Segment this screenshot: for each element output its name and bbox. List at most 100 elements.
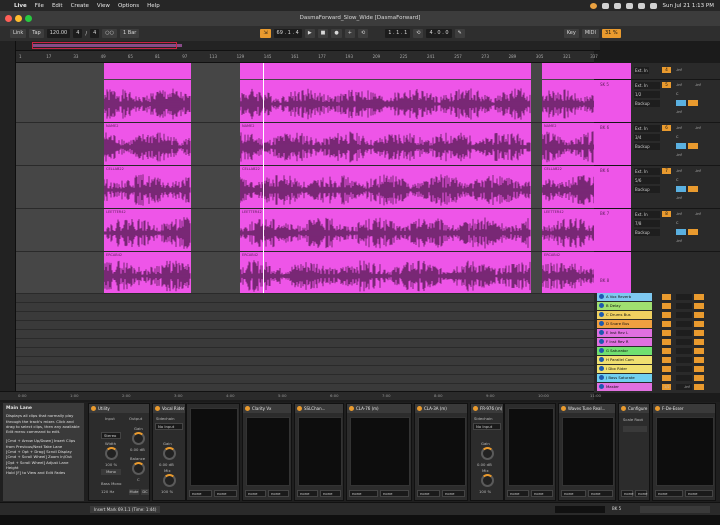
return-track-power-icon[interactable] — [599, 321, 604, 326]
track-send[interactable]: -inf — [676, 239, 682, 243]
macro-map-select[interactable]: none — [588, 490, 613, 497]
audio-clip[interactable]: ERCAB42 — [542, 252, 594, 294]
macro-map-select[interactable]: none — [189, 490, 212, 497]
return-track-3[interactable]: D Snare Bus — [597, 320, 652, 328]
quantization-select[interactable]: 1 Bar — [120, 29, 140, 38]
plugin-display[interactable] — [508, 408, 554, 486]
link-button[interactable]: Link — [10, 29, 27, 38]
device-9[interactable]: Waves Tune Real... none none — [558, 403, 616, 501]
mix-knob[interactable] — [481, 474, 494, 487]
track-header[interactable]: SK 5 Ext. In 1/2 Backup 5 -inf -inf C -inf — [594, 80, 720, 123]
audio-clip[interactable]: NAME2 — [542, 123, 594, 165]
draw-mode-icon[interactable]: ✎ — [454, 29, 465, 38]
audio-clip[interactable]: LEETTER42 — [104, 209, 191, 251]
return-solo[interactable] — [694, 339, 704, 345]
return-activator[interactable] — [662, 312, 671, 318]
macro-map-select[interactable]: none — [349, 490, 378, 497]
return-activator[interactable] — [662, 294, 671, 300]
input-type-select[interactable]: Ext. In — [634, 125, 660, 132]
return-track-0[interactable]: A Vox Reverb — [597, 293, 652, 301]
macro-map-select[interactable]: none — [380, 490, 409, 497]
input-type-select[interactable]: Ext. In — [634, 82, 660, 89]
solo-button[interactable] — [688, 143, 698, 149]
menubar-clock[interactable]: Sun Jul 21 1:13 PM — [662, 3, 714, 9]
arm-button[interactable] — [676, 229, 686, 235]
device-1[interactable]: Vocal Rider (m) Sidechain No Input Gain 0.00… — [152, 403, 186, 501]
device-0[interactable]: Utility Input Output Stereo Width 100 % Mono Ba… — [88, 403, 150, 501]
return-track-power-icon[interactable] — [599, 357, 604, 362]
return-volume[interactable] — [676, 357, 692, 363]
device-power-icon[interactable] — [245, 406, 250, 411]
return-track-5[interactable]: F Inst Rev R — [597, 338, 652, 346]
return-solo[interactable] — [694, 375, 704, 381]
macro-map-select[interactable]: none — [442, 490, 465, 497]
monitor-select[interactable]: Backup — [634, 186, 660, 193]
plugin-display[interactable] — [298, 417, 342, 486]
stop-button[interactable]: ■ — [317, 29, 329, 38]
return-activator[interactable] — [662, 321, 671, 327]
return-solo[interactable] — [694, 330, 704, 336]
menu-help[interactable]: Help — [147, 3, 160, 9]
audio-clip[interactable]: ERCAB42 — [240, 252, 531, 294]
macro-map-select[interactable]: none — [531, 490, 553, 497]
return-solo[interactable] — [694, 366, 704, 372]
close-window-icon[interactable] — [5, 15, 12, 22]
zoom-window-icon[interactable] — [25, 15, 32, 22]
audio-clip[interactable]: NAME2 — [104, 123, 191, 165]
plugin-display[interactable] — [350, 417, 410, 486]
macro-map-select[interactable]: none — [245, 490, 266, 497]
plugin-display[interactable] — [562, 417, 614, 486]
configure-slot[interactable] — [623, 426, 647, 432]
minimize-window-icon[interactable] — [15, 15, 22, 22]
gain-knob[interactable] — [163, 447, 176, 460]
audio-clip[interactable] — [240, 80, 531, 122]
return-activator[interactable] — [662, 375, 671, 381]
track-send[interactable]: -inf — [676, 110, 682, 114]
return-track-7[interactable]: H Parallel Com — [597, 356, 652, 364]
audio-clip[interactable] — [542, 80, 594, 122]
device-title-bar[interactable]: FR-976 (m) — [471, 404, 503, 413]
return-volume[interactable] — [676, 366, 692, 372]
automation-arm-icon[interactable]: + — [344, 29, 355, 38]
device-title-bar[interactable]: F-De-Esser — [653, 404, 715, 413]
return-track-power-icon[interactable] — [599, 303, 604, 308]
return-solo[interactable] — [694, 312, 704, 318]
midi-map-button[interactable]: MIDI — [581, 29, 599, 38]
return-volume[interactable] — [676, 339, 692, 345]
return-track-power-icon[interactable] — [599, 366, 604, 371]
arm-button[interactable] — [676, 100, 686, 106]
device-title-bar[interactable]: Configure — [619, 404, 649, 413]
return-track-power-icon[interactable] — [599, 330, 604, 335]
arm-button[interactable] — [676, 143, 686, 149]
utility-mode-select[interactable]: Stereo — [101, 432, 121, 439]
audio-clip-partial[interactable] — [104, 63, 191, 79]
device-power-icon[interactable] — [473, 406, 478, 411]
return-activator[interactable] — [662, 339, 671, 345]
device-title-bar[interactable]: Utility — [89, 404, 149, 413]
menu-live[interactable]: Live — [14, 3, 27, 9]
follow-button[interactable]: ⇲ — [260, 29, 271, 38]
audio-clip[interactable] — [104, 80, 191, 122]
loop-start-field[interactable]: 1 . 1 . 1 — [385, 29, 411, 38]
control-center-icon[interactable] — [650, 2, 658, 9]
input-type-select[interactable]: Ext. In — [634, 168, 660, 175]
wifi-icon[interactable] — [626, 2, 634, 9]
return-track-2[interactable]: C Drums Bus — [597, 311, 652, 319]
time-sig-numerator[interactable]: 4 — [73, 29, 83, 38]
gain-knob[interactable] — [481, 447, 494, 460]
dropbox-icon[interactable] — [602, 2, 610, 9]
record-button[interactable]: ● — [331, 29, 342, 38]
device-power-icon[interactable] — [655, 406, 660, 411]
return-activator[interactable] — [662, 366, 671, 372]
track-activator-button[interactable]: 5 — [662, 82, 671, 88]
overview-viewport[interactable] — [32, 42, 177, 49]
macro-map-select[interactable]: none — [507, 490, 529, 497]
menu-view[interactable]: View — [97, 3, 110, 9]
track-activator-button[interactable]: 8 — [662, 211, 671, 217]
plugin-display[interactable] — [246, 417, 290, 486]
return-activator[interactable] — [662, 303, 671, 309]
return-track-power-icon[interactable] — [599, 375, 604, 380]
track-send[interactable]: -inf — [676, 196, 682, 200]
return-solo[interactable] — [694, 321, 704, 327]
track-volume[interactable]: -inf — [676, 169, 682, 173]
